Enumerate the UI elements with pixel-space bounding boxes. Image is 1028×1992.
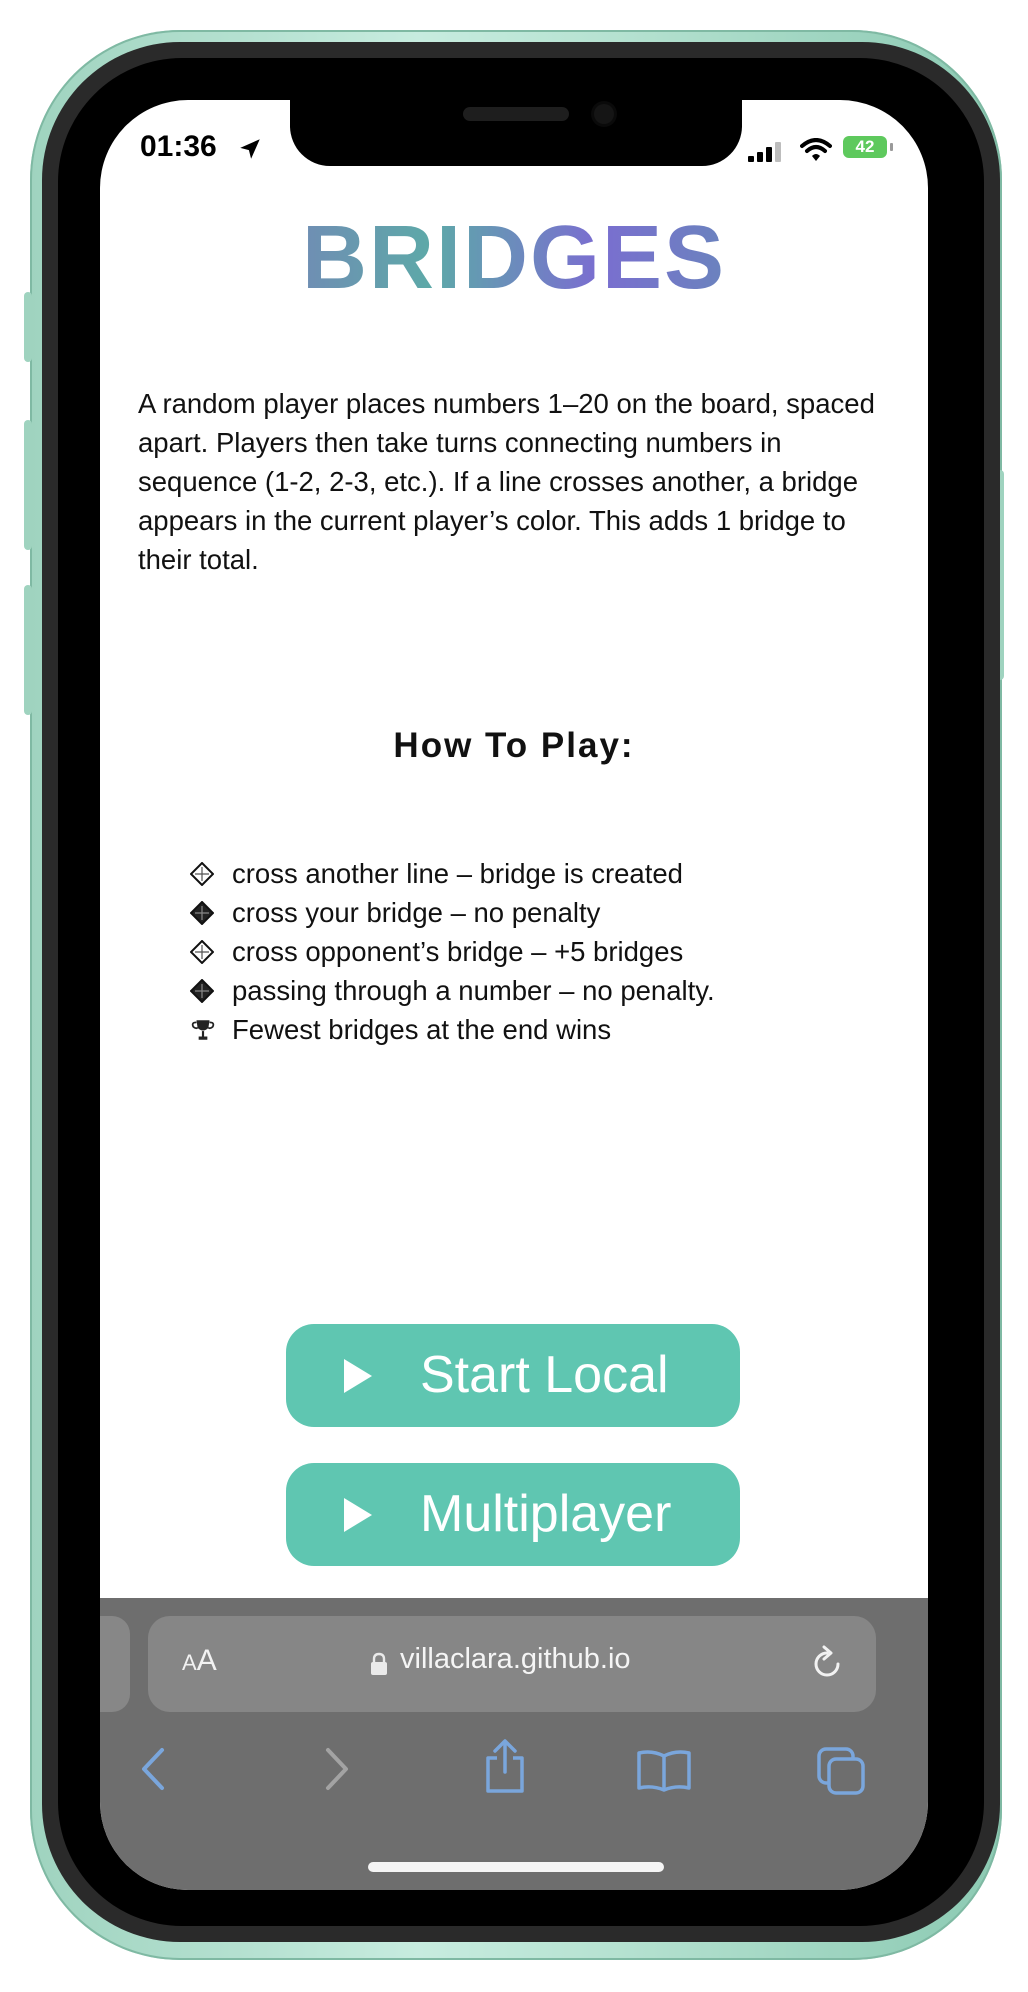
address-bar[interactable]: AA villaclara.github.io	[148, 1616, 876, 1712]
rule-text: cross opponent’s bridge – +5 bridges	[232, 935, 684, 967]
multiplayer-label: Multiplayer	[420, 1485, 672, 1543]
start-local-button[interactable]: Start Local	[286, 1324, 740, 1427]
phone-screen: 01:36 42 BRIDGES A random player places …	[100, 100, 928, 1890]
multiplayer-button[interactable]: Multiplayer	[286, 1463, 740, 1566]
trophy-icon	[190, 1017, 224, 1043]
lock-icon	[371, 1652, 387, 1675]
tabs-icon[interactable]	[816, 1746, 868, 1796]
volume-up-button	[24, 420, 32, 550]
earpiece-speaker	[463, 107, 569, 121]
rule-text: cross your bridge – no penalty	[232, 896, 601, 928]
diamond-filled-icon	[190, 978, 224, 1003]
notch	[290, 100, 742, 166]
battery-level: 42	[855, 137, 875, 156]
rule-text: passing through a number – no penalty.	[232, 974, 715, 1006]
battery-indicator: 42	[843, 136, 887, 158]
previous-tab-preview[interactable]	[100, 1616, 130, 1712]
share-icon[interactable]	[482, 1738, 528, 1794]
text-size-button[interactable]: AA	[182, 1644, 217, 1678]
diamond-filled-icon	[190, 900, 224, 925]
wifi-icon	[800, 138, 832, 161]
page-title: BRIDGES	[100, 208, 928, 308]
action-button	[24, 292, 32, 362]
start-local-label: Start Local	[420, 1346, 669, 1404]
how-to-play-heading: How To Play:	[393, 726, 635, 765]
cellular-signal-icon	[748, 142, 781, 162]
diamond-outline-icon	[190, 939, 224, 964]
list-item: cross another line – bridge is created	[190, 854, 890, 893]
browser-toolbar: AA villaclara.github.io	[100, 1598, 928, 1890]
back-arrow-icon[interactable]	[138, 1746, 168, 1792]
diamond-outline-icon	[190, 861, 224, 886]
list-item: cross opponent’s bridge – +5 bridges	[190, 932, 890, 971]
url-text[interactable]: villaclara.github.io	[400, 1643, 631, 1676]
list-item: cross your bridge – no penalty	[190, 893, 890, 932]
reload-icon[interactable]	[808, 1644, 846, 1684]
list-item: passing through a number – no penalty.	[190, 971, 890, 1010]
status-time: 01:36	[140, 130, 217, 163]
location-arrow-icon	[240, 139, 260, 159]
battery-cap	[890, 143, 893, 151]
front-camera	[594, 104, 614, 124]
list-item: Fewest bridges at the end wins	[190, 1010, 890, 1049]
volume-down-button	[24, 585, 32, 715]
intro-paragraph: A random player places numbers 1–20 on t…	[138, 388, 875, 575]
play-icon	[344, 1359, 372, 1393]
forward-arrow-icon[interactable]	[322, 1746, 352, 1792]
rules-list: cross another line – bridge is created c…	[190, 854, 890, 1049]
rule-text: cross another line – bridge is created	[232, 857, 683, 889]
rule-text: Fewest bridges at the end wins	[232, 1013, 612, 1045]
bookmarks-icon[interactable]	[636, 1748, 692, 1792]
home-indicator[interactable]	[368, 1862, 664, 1872]
play-icon	[344, 1498, 372, 1532]
